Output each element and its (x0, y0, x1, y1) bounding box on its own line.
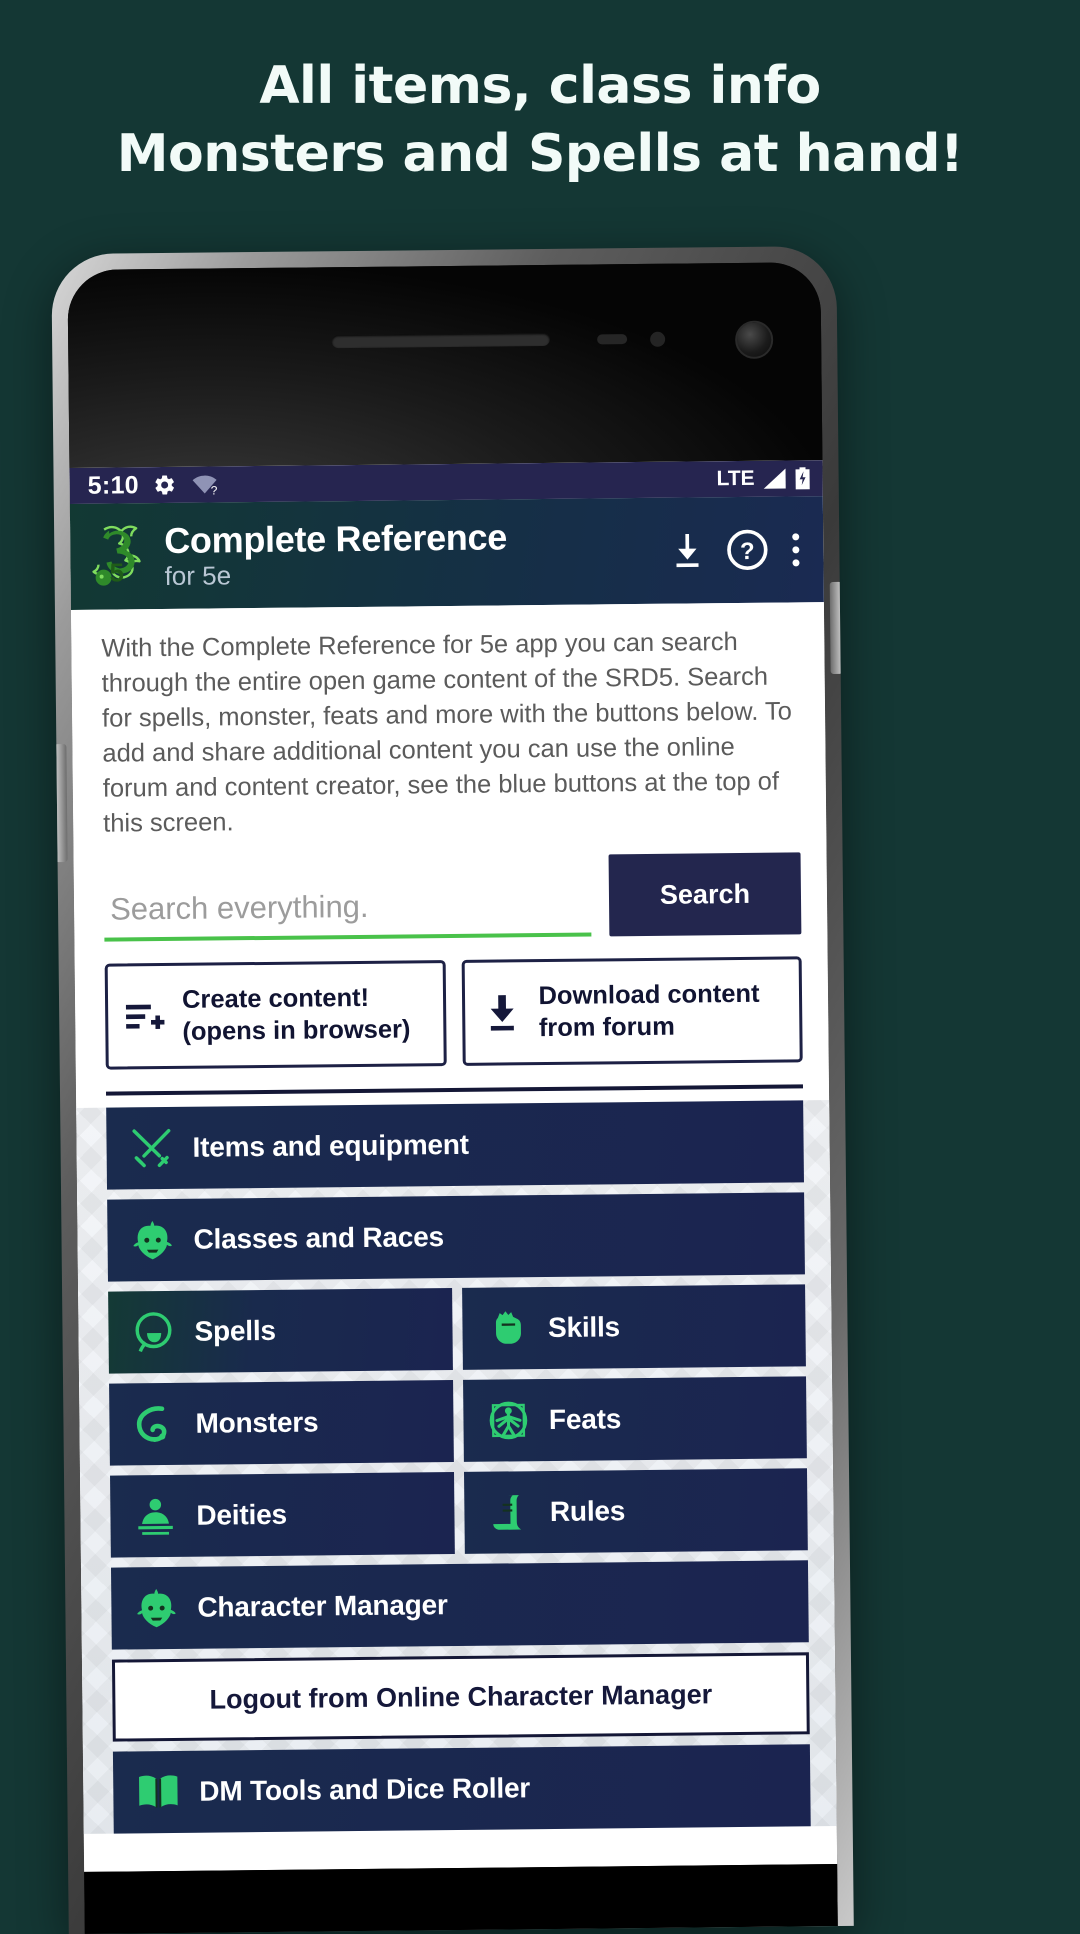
light-sensor-icon (649, 331, 665, 347)
menu-label: DM Tools and Dice Roller (199, 1772, 531, 1807)
menu-area: Items and equipment Classes and Races Sp… (76, 1100, 837, 1834)
menu-row: Classes and Races (107, 1192, 805, 1282)
svg-text:?: ? (211, 483, 218, 496)
dragon-5e-logo-icon: 5 (92, 525, 141, 588)
menu-label: Deities (196, 1498, 288, 1531)
download-content-button[interactable]: Download content from forum (461, 956, 803, 1066)
download-tray-icon (490, 995, 514, 1031)
list-plus-icon (125, 1004, 165, 1029)
create-content-line-1: Create content! (181, 983, 370, 1014)
vitruvian-man-icon (489, 1401, 527, 1440)
menu-row: Items and equipment (106, 1100, 804, 1190)
app-subtitle: for 5e (164, 560, 232, 591)
status-bar-time: 5:10 (87, 470, 140, 500)
open-book-icon (139, 1775, 178, 1808)
create-content-line-2: (opens in browser) (182, 1015, 411, 1046)
menu-classes-and-races[interactable]: Classes and Races (107, 1192, 805, 1282)
logout-button[interactable]: Logout from Online Character Manager (111, 1652, 810, 1742)
search-button[interactable]: Search (608, 852, 802, 937)
menu-character-manager[interactable]: Character Manager (110, 1560, 809, 1650)
battery-charging-icon (795, 467, 810, 490)
menu-label: Skills (547, 1311, 621, 1344)
orc-head-icon (133, 1220, 172, 1260)
menu-dm-tools[interactable]: DM Tools and Dice Roller (112, 1744, 811, 1834)
status-bar-network: LTE (716, 466, 755, 491)
menu-label: Character Manager (197, 1589, 448, 1623)
android-nav-bar (84, 1864, 838, 1934)
menu-label: Rules (549, 1495, 626, 1528)
download-icon[interactable] (665, 528, 709, 572)
menu-label: Spells (194, 1314, 276, 1347)
menu-rules[interactable]: Rules (463, 1468, 808, 1554)
proximity-sensor-icon (596, 334, 627, 345)
search-row: Search (73, 838, 827, 942)
tentacle-icon (136, 1406, 167, 1442)
menu-feats[interactable]: Feats (462, 1376, 807, 1462)
menu-skills[interactable]: Skills (461, 1284, 806, 1370)
menu-row: Character Manager (110, 1560, 809, 1650)
menu-row: Monsters Feats (109, 1376, 807, 1466)
power-button[interactable] (829, 581, 843, 675)
menu-grid: Items and equipment Classes and Races Sp… (106, 1100, 811, 1834)
phone-bezel: 5:10 ? LTE 5 Complete Reference for 5e ?… (67, 262, 838, 1934)
gear-icon (155, 475, 175, 495)
promo-line-2: Monsters and Spells at hand! (116, 124, 964, 184)
promo-line-1: All items, class info (259, 56, 821, 116)
menu-deities[interactable]: Deities (110, 1472, 455, 1558)
volume-button[interactable] (54, 744, 68, 863)
phone-screen: 5:10 ? LTE 5 Complete Reference for 5e ?… (69, 460, 838, 1872)
scroll-icon (492, 1495, 521, 1530)
earpiece-speaker-icon (331, 332, 550, 349)
svg-text:?: ? (740, 538, 755, 565)
crossed-swords-icon (132, 1128, 171, 1168)
search-input[interactable] (103, 880, 592, 942)
svg-text:5: 5 (109, 557, 124, 587)
menu-label: Feats (548, 1403, 622, 1436)
menu-row: Deities Rules (110, 1468, 808, 1558)
signal-bars-icon (763, 468, 786, 489)
magic-hand-icon (135, 1312, 172, 1353)
action-button-row: Create content! (opens in browser) Downl… (74, 934, 828, 1070)
menu-spells[interactable]: Spells (108, 1288, 453, 1374)
menu-monsters[interactable]: Monsters (109, 1380, 454, 1466)
wifi-question-icon: ? (191, 472, 221, 497)
menu-row: Spells Skills (108, 1284, 806, 1374)
app-title: Complete Reference (164, 516, 508, 561)
menu-label: Items and equipment (192, 1128, 469, 1163)
orc-head-icon (137, 1588, 176, 1628)
download-content-line-2: from forum (538, 1012, 675, 1043)
deity-icon (138, 1498, 173, 1535)
download-content-line-1: Download content (538, 979, 760, 1011)
help-circle-icon[interactable]: ? (725, 528, 769, 572)
menu-label: Monsters (195, 1406, 319, 1439)
front-camera-icon (734, 320, 773, 360)
create-content-button[interactable]: Create content! (opens in browser) (104, 960, 447, 1070)
main-content: With the Complete Reference for 5e app y… (70, 602, 838, 1872)
menu-items-and-equipment[interactable]: Items and equipment (106, 1100, 804, 1190)
fist-icon (495, 1311, 521, 1344)
menu-label: Classes and Races (193, 1221, 445, 1255)
phone-mockup: 5:10 ? LTE 5 Complete Reference for 5e ?… (51, 245, 854, 1934)
promo-headline: All items, class info Monsters and Spell… (0, 52, 1080, 188)
app-description: With the Complete Reference for 5e app y… (101, 627, 793, 838)
section-divider (105, 1084, 804, 1096)
more-vertical-icon[interactable] (785, 532, 805, 566)
app-bar: 5 Complete Reference for 5e ? (69, 496, 824, 610)
menu-row: DM Tools and Dice Roller (112, 1744, 811, 1834)
